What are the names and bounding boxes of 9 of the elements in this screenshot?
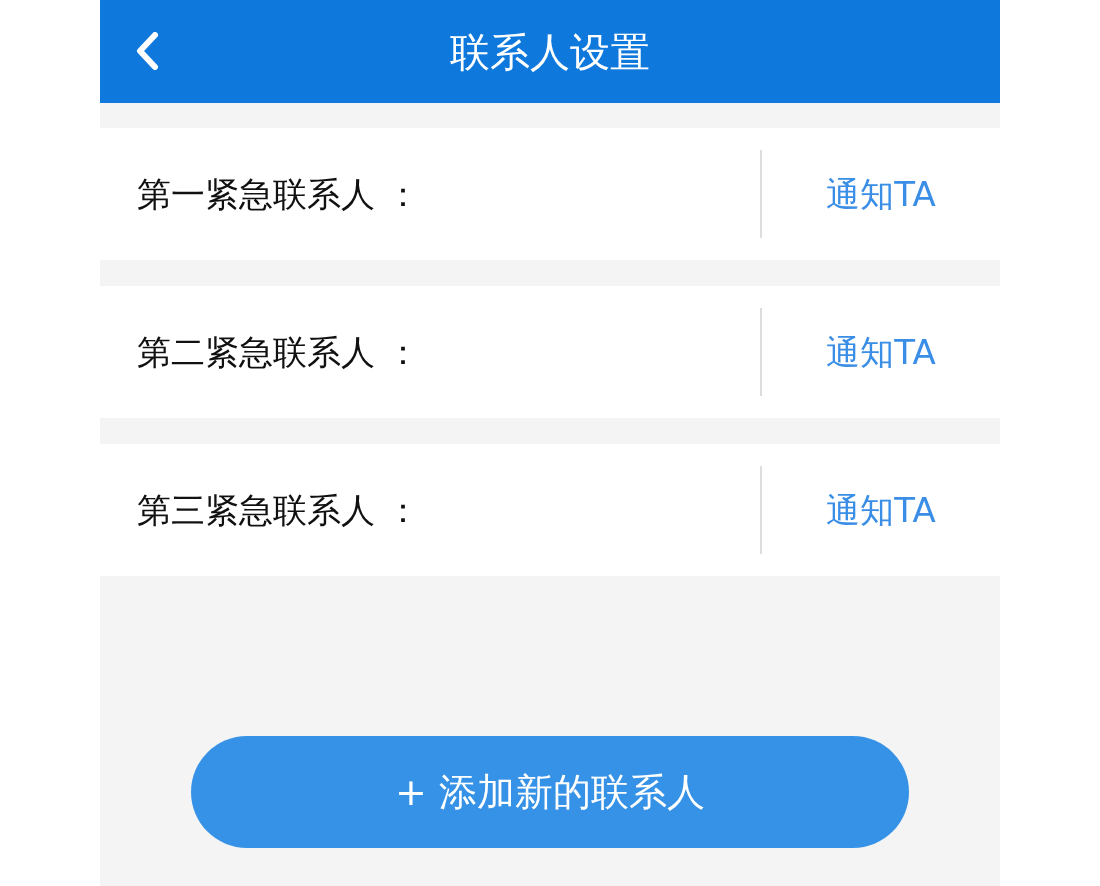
notify-button[interactable]: 通知TA bbox=[762, 326, 1000, 378]
page-title: 联系人设置 bbox=[450, 31, 650, 72]
contact-label: 第三紧急联系人 ： bbox=[137, 488, 420, 532]
back-icon[interactable] bbox=[135, 32, 159, 70]
contact-label: 第一紧急联系人 ： bbox=[137, 172, 420, 216]
contact-label: 第二紧急联系人 ： bbox=[137, 330, 420, 374]
notify-button[interactable]: 通知TA bbox=[762, 484, 1000, 536]
notify-button[interactable]: 通知TA bbox=[762, 168, 1000, 220]
add-contact-button[interactable]: + 添加新的联系人 bbox=[191, 736, 909, 848]
